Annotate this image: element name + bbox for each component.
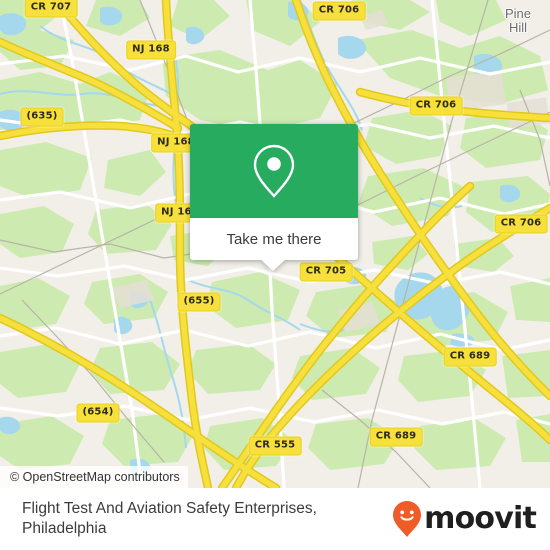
road-shield: CR 689	[369, 427, 423, 447]
road-shield: CR 706	[494, 214, 548, 234]
road-shield: CR 689	[443, 347, 497, 367]
road-shield: NJ 168	[126, 40, 176, 60]
road-shield: CR 706	[312, 1, 366, 21]
popup-pointer	[260, 259, 286, 271]
map-pin-icon	[253, 144, 295, 198]
road-shield: (654)	[76, 403, 120, 423]
map-attribution[interactable]: © OpenStreetMap contributors	[0, 466, 188, 488]
location-popup[interactable]: Take me there	[190, 124, 358, 271]
moovit-wordmark: moovit	[424, 501, 537, 536]
road-shield: CR 705	[299, 262, 353, 282]
map-canvas[interactable]: CR 707 CR 706 NJ 168 CR 706 (635) NJ 168 NJ 16…	[0, 0, 550, 488]
road-shield: (655)	[177, 292, 221, 312]
attribution-text: © OpenStreetMap contributors	[10, 470, 180, 484]
take-me-there-button[interactable]: Take me there	[190, 218, 358, 260]
footer-bar: Flight Test And Aviation Safety Enterpri…	[0, 488, 550, 550]
popup-header	[190, 124, 358, 218]
map-screenshot-root: CR 707 CR 706 NJ 168 CR 706 (635) NJ 168 NJ 16…	[0, 0, 550, 550]
moovit-brand[interactable]: moovit	[392, 500, 537, 538]
place-label: Pine Hill	[504, 6, 532, 35]
place-title: Flight Test And Aviation Safety Enterpri…	[22, 500, 317, 537]
moovit-pin-smiley-icon	[393, 501, 422, 537]
road-shield: CR 706	[409, 96, 463, 116]
road-shield: (635)	[20, 107, 64, 127]
road-shield: CR 555	[248, 436, 302, 456]
road-shield: CR 707	[24, 0, 78, 18]
footer-content: Flight Test And Aviation Safety Enterpri…	[0, 488, 550, 550]
take-me-there-label: Take me there	[226, 230, 322, 248]
